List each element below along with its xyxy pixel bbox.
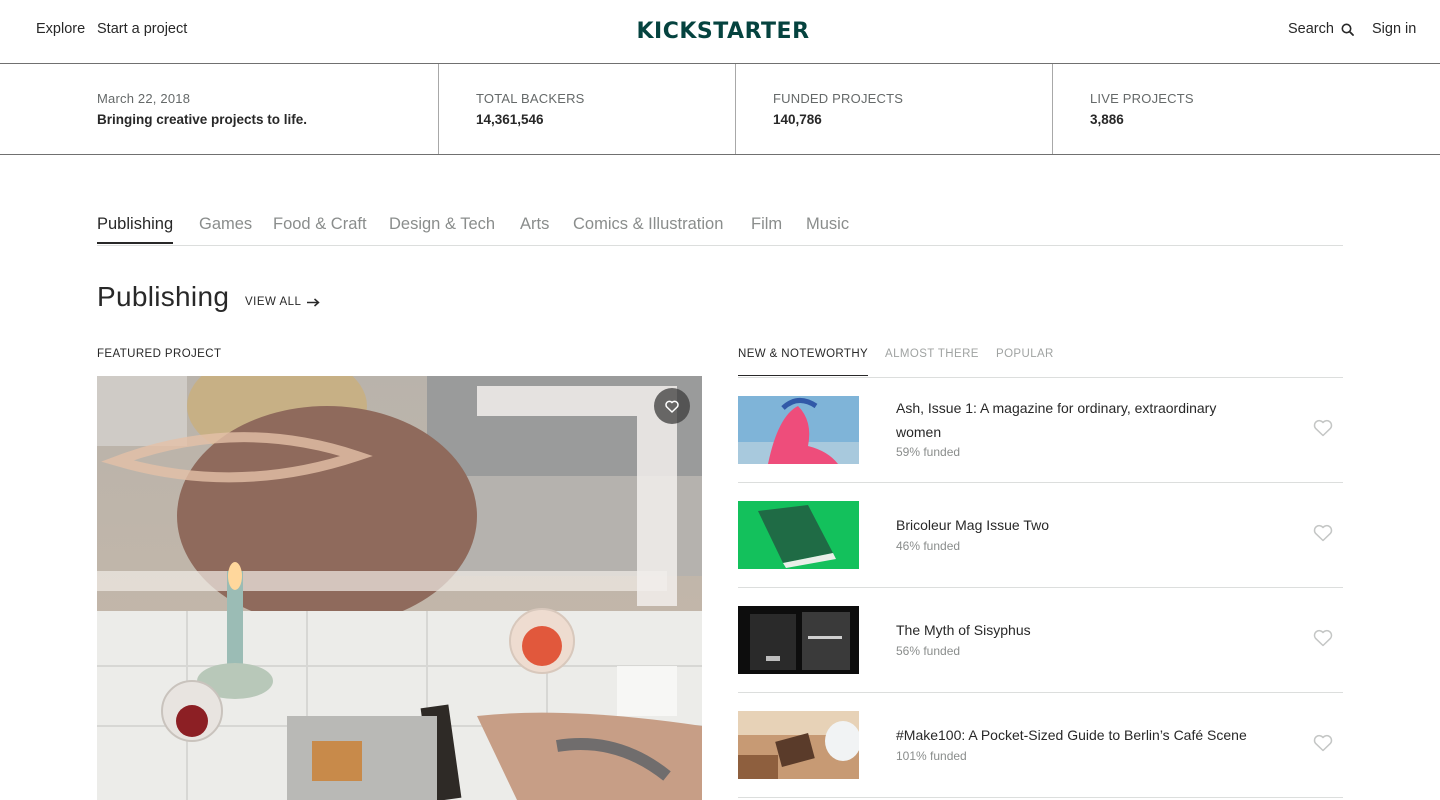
project-row[interactable]: Ash, Issue 1: A magazine for ordinary, e… bbox=[738, 378, 1343, 483]
sign-in-link[interactable]: Sign in bbox=[1372, 21, 1416, 37]
project-title[interactable]: Ash, Issue 1: A magazine for ordinary, e… bbox=[896, 396, 1256, 444]
project-thumbnail bbox=[738, 606, 859, 674]
tab-music[interactable]: Music bbox=[806, 215, 849, 234]
tab-arts[interactable]: Arts bbox=[520, 215, 549, 234]
stat-date-label: March 22, 2018 bbox=[97, 91, 191, 106]
start-project-link[interactable]: Start a project bbox=[97, 21, 187, 37]
stat-total-backers: TOTAL BACKERS 14,361,546 bbox=[476, 91, 585, 127]
kickstarter-logo[interactable]: KICKSTARTER bbox=[636, 17, 810, 43]
search-icon bbox=[1341, 23, 1354, 36]
tab-popular[interactable]: POPULAR bbox=[996, 348, 1054, 360]
project-funded: 56% funded bbox=[896, 644, 961, 658]
heart-icon[interactable] bbox=[1313, 419, 1333, 437]
stat-funded-value: 140,786 bbox=[773, 112, 822, 127]
tab-food-craft[interactable]: Food & Craft bbox=[273, 215, 367, 234]
explore-link[interactable]: Explore bbox=[36, 21, 85, 37]
stat-divider bbox=[438, 64, 439, 154]
tab-new-noteworthy[interactable]: NEW & NOTEWORTHY bbox=[738, 348, 869, 376]
view-all-link[interactable]: VIEW ALL bbox=[245, 296, 321, 308]
stat-divider bbox=[1052, 64, 1053, 154]
project-title[interactable]: Bricoleur Mag Issue Two bbox=[896, 513, 1256, 537]
stat-live-projects: LIVE PROJECTS 3,886 bbox=[1090, 91, 1194, 127]
project-funded: 46% funded bbox=[896, 539, 961, 553]
stat-date: March 22, 2018 Bringing creative project… bbox=[97, 91, 307, 127]
heart-icon[interactable] bbox=[1313, 524, 1333, 542]
tab-almost-there[interactable]: ALMOST THERE bbox=[885, 348, 979, 360]
project-row[interactable]: Bricoleur Mag Issue Two 46% funded bbox=[738, 483, 1343, 588]
stat-funded-label: FUNDED PROJECTS bbox=[773, 91, 904, 106]
stat-backers-value: 14,361,546 bbox=[476, 112, 544, 127]
featured-photo bbox=[97, 376, 702, 800]
tab-design-tech[interactable]: Design & Tech bbox=[389, 215, 495, 234]
project-list-tabs: NEW & NOTEWORTHY ALMOST THERE POPULAR bbox=[738, 348, 1343, 378]
stat-divider bbox=[735, 64, 736, 154]
heart-icon[interactable] bbox=[1313, 734, 1333, 752]
stat-tagline: Bringing creative projects to life. bbox=[97, 112, 308, 127]
tab-comics-illustration[interactable]: Comics & Illustration bbox=[573, 215, 723, 234]
stat-funded-projects: FUNDED PROJECTS 140,786 bbox=[773, 91, 903, 127]
project-title[interactable]: The Myth of Sisyphus bbox=[896, 618, 1256, 642]
project-funded: 101% funded bbox=[896, 749, 967, 763]
project-thumbnail bbox=[738, 396, 859, 464]
category-tabs: Publishing Games Food & Craft Design & T… bbox=[97, 215, 1343, 246]
stat-live-label: LIVE PROJECTS bbox=[1090, 91, 1194, 106]
project-funded: 59% funded bbox=[896, 445, 961, 459]
stat-backers-label: TOTAL BACKERS bbox=[476, 91, 585, 106]
logo-text: KICKSTARTER bbox=[636, 19, 809, 43]
heart-icon[interactable] bbox=[1313, 629, 1333, 647]
featured-favorite-button[interactable] bbox=[654, 388, 690, 424]
arrow-right-icon bbox=[307, 297, 321, 307]
view-all-label: VIEW ALL bbox=[245, 296, 302, 308]
project-thumbnail bbox=[738, 711, 859, 779]
project-title[interactable]: #Make100: A Pocket-Sized Guide to Berlin… bbox=[896, 723, 1256, 747]
project-row[interactable]: #Make100: A Pocket-Sized Guide to Berlin… bbox=[738, 693, 1343, 798]
search-button[interactable]: Search bbox=[1288, 21, 1354, 37]
tab-games[interactable]: Games bbox=[199, 215, 252, 234]
section-title: Publishing bbox=[97, 281, 230, 312]
top-navigation: Explore Start a project KICKSTARTER Sear… bbox=[0, 0, 1440, 64]
featured-project-label: FEATURED PROJECT bbox=[97, 348, 222, 360]
tab-film[interactable]: Film bbox=[751, 215, 782, 234]
featured-project-image[interactable] bbox=[97, 376, 702, 800]
heart-icon bbox=[665, 400, 679, 413]
search-label: Search bbox=[1288, 21, 1334, 37]
project-thumbnail bbox=[738, 501, 859, 569]
project-row[interactable]: The Myth of Sisyphus 56% funded bbox=[738, 588, 1343, 693]
stat-live-value: 3,886 bbox=[1090, 112, 1124, 127]
tab-publishing[interactable]: Publishing bbox=[97, 215, 174, 244]
stats-bar: March 22, 2018 Bringing creative project… bbox=[0, 64, 1440, 155]
